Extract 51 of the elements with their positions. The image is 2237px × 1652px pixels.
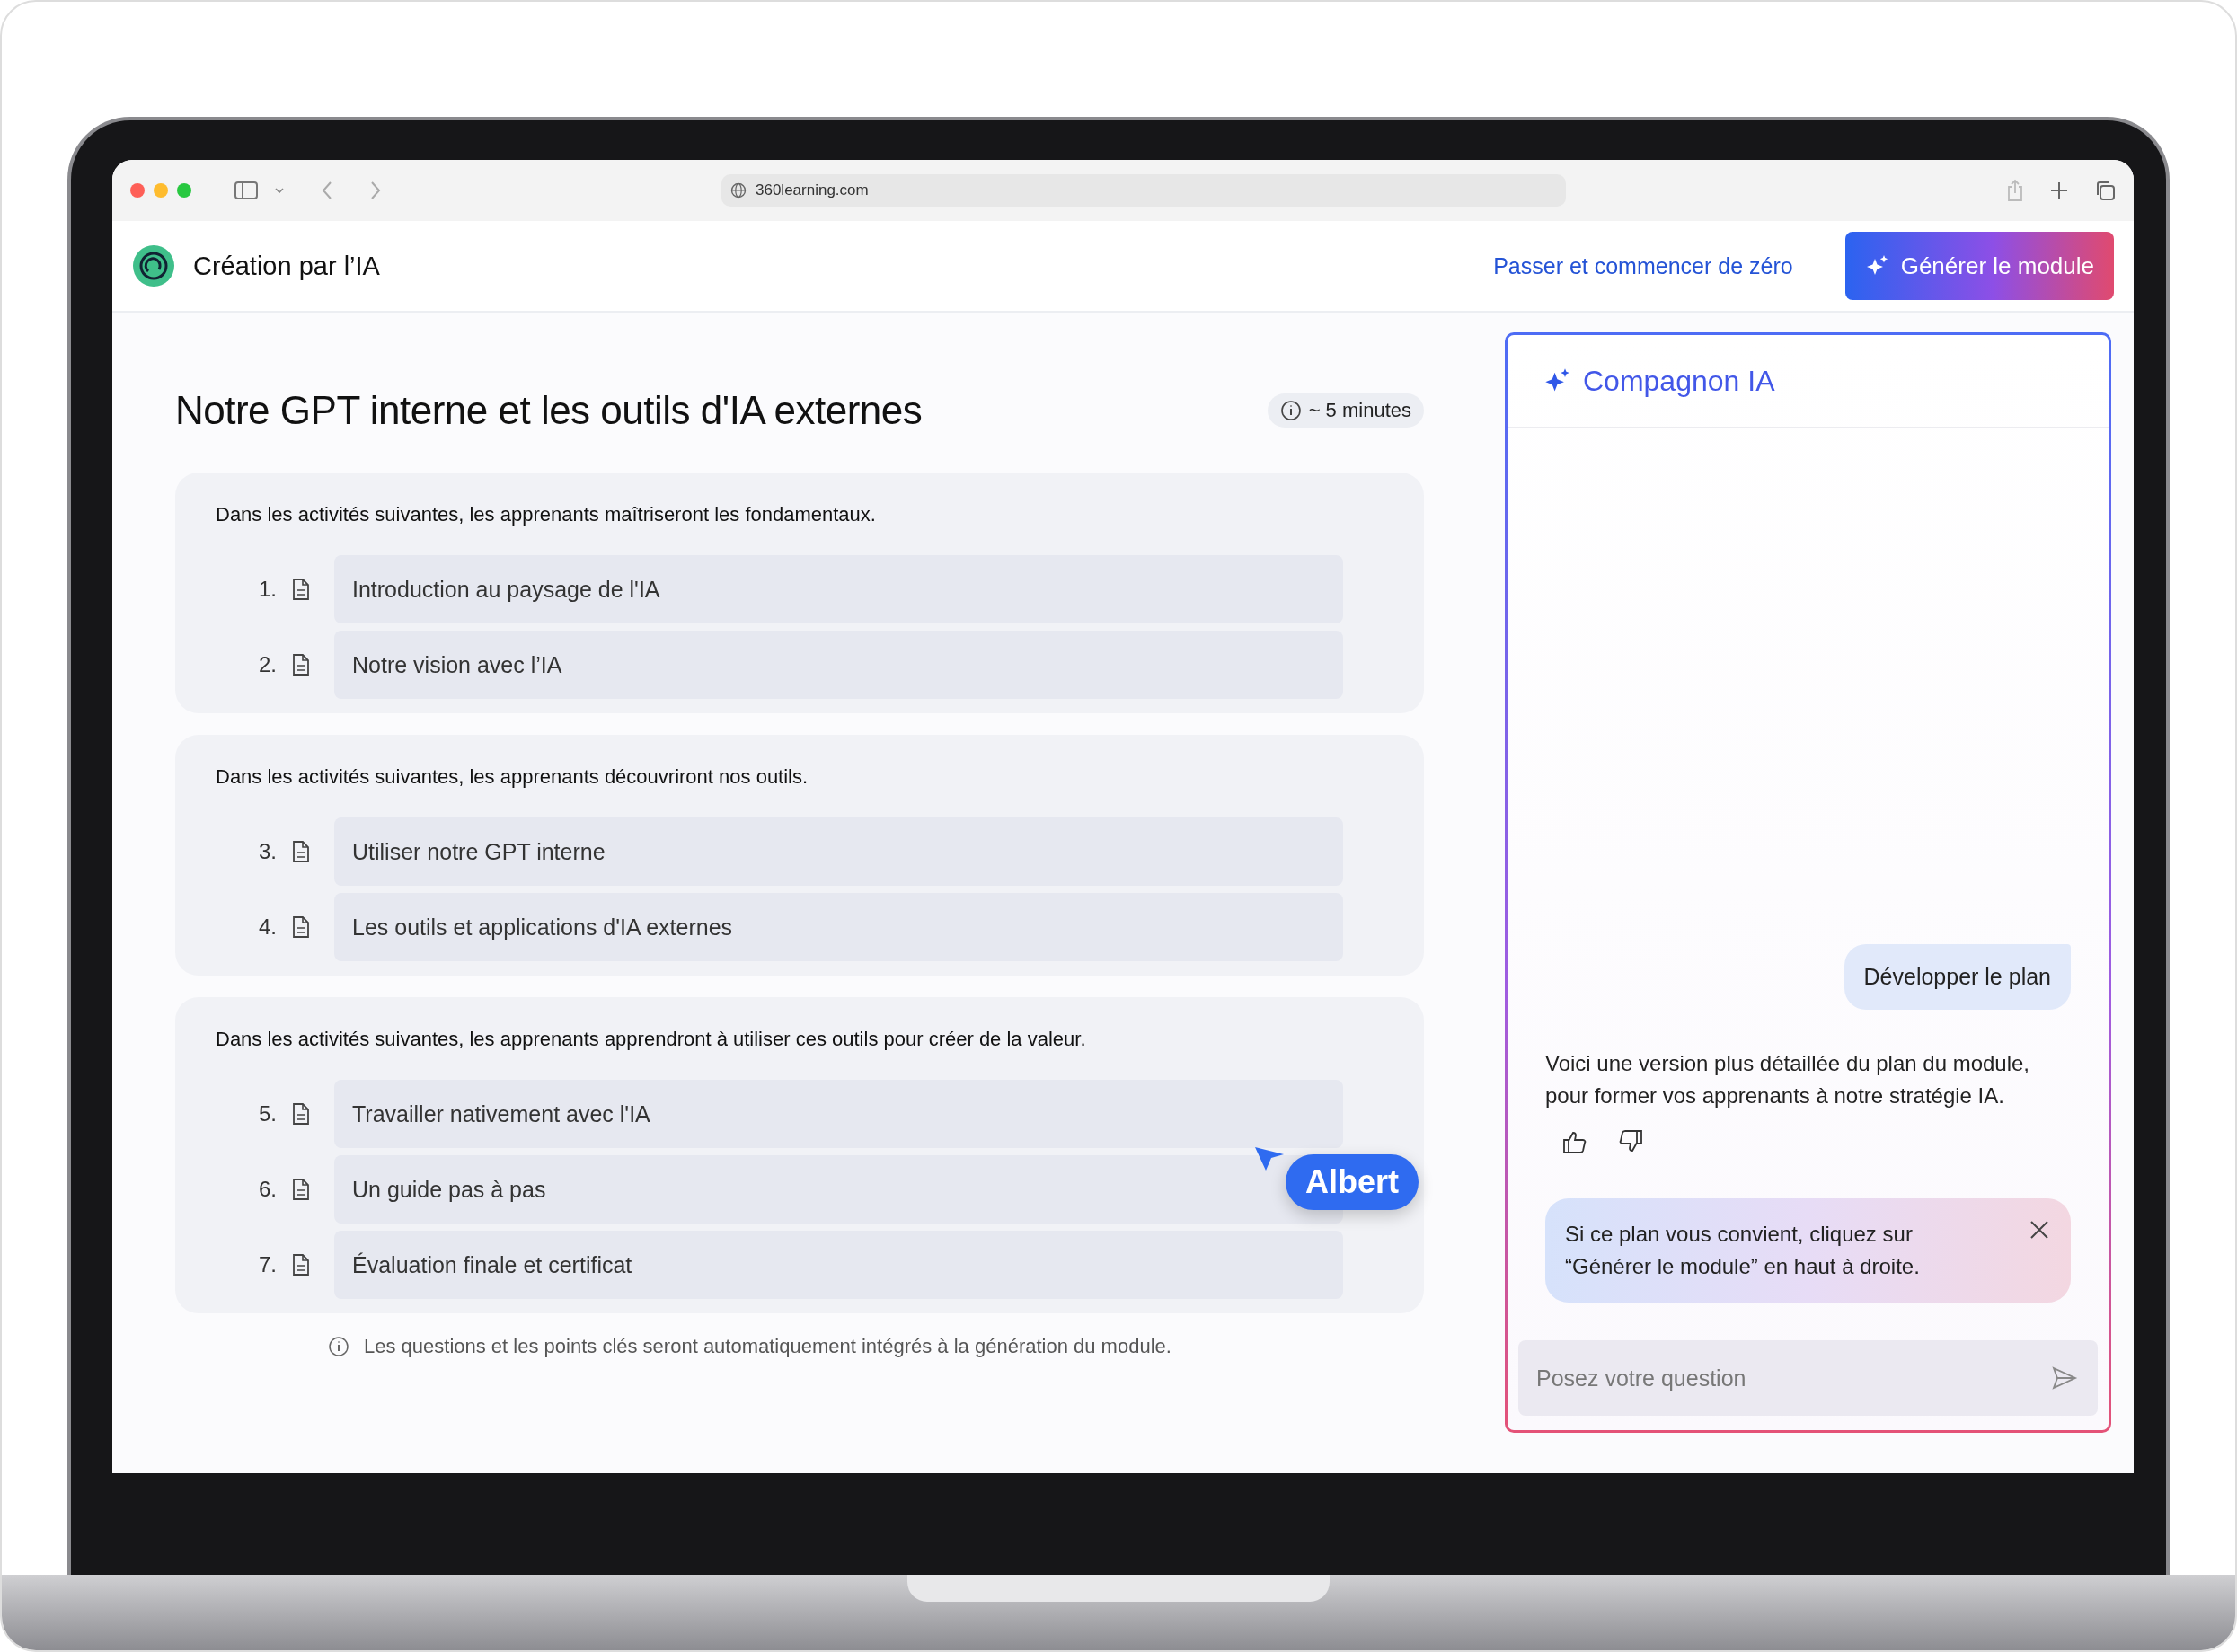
- activity-field[interactable]: Travailler nativement avec l'IA: [334, 1080, 1343, 1148]
- activity-field[interactable]: Notre vision avec l’IA: [334, 631, 1343, 699]
- url-text: 360learning.com: [756, 181, 869, 199]
- address-bar[interactable]: 360learning.com: [721, 174, 1566, 207]
- tabs-icon[interactable]: [2094, 180, 2116, 201]
- activity-field[interactable]: Utiliser notre GPT interne: [334, 817, 1343, 886]
- share-icon[interactable]: [2006, 179, 2024, 202]
- module-title: Notre GPT interne et les outils d'IA externes: [175, 388, 923, 433]
- section-intro: Dans les activités suivantes, les apprenants découvriront nos outils.: [216, 765, 809, 789]
- skip-link[interactable]: Passer et commencer de zéro: [1493, 252, 1793, 279]
- activity-number: 4.: [258, 914, 277, 940]
- info-icon: [328, 1336, 349, 1357]
- document-icon: [291, 653, 311, 676]
- duration-text: ~ 5 minutes: [1308, 399, 1411, 422]
- section-intro: Dans les activités suivantes, les apprenants maîtriseront les fondamentaux.: [216, 503, 877, 526]
- cursor-label: Albert: [1286, 1154, 1419, 1210]
- tip-text: Si ce plan vous convient, cliquez sur “Générer le module” en haut à droite.: [1565, 1221, 1921, 1280]
- activity-number: 6.: [258, 1177, 277, 1202]
- document-icon: [291, 915, 311, 939]
- user-message: Développer le plan: [1844, 944, 2071, 1010]
- logo-icon: [132, 244, 175, 287]
- document-icon: [291, 840, 311, 863]
- activity-field[interactable]: Les outils et applications d'IA externes: [334, 893, 1343, 961]
- forward-icon[interactable]: [369, 181, 382, 200]
- assistant-message: Voici une version plus détaillée du plan du module, pour former vos apprenants à notre stratégie IA.: [1545, 1050, 2031, 1109]
- info-icon: [1279, 400, 1302, 421]
- document-icon: [291, 1178, 311, 1201]
- activity-number: 5.: [258, 1101, 277, 1126]
- assistant-title: Compagnon IA: [1583, 364, 1775, 398]
- section-intro: Dans les activités suivantes, les apprenants apprendront à utiliser ces outils pour créer de la valeur.: [216, 1028, 1087, 1051]
- activity-number: 7.: [258, 1252, 277, 1277]
- activity-field[interactable]: Évaluation finale et certificat: [334, 1231, 1343, 1299]
- send-icon[interactable]: [2051, 1365, 2078, 1391]
- document-icon: [291, 1102, 311, 1126]
- activity-field[interactable]: Introduction au paysage de l'IA: [334, 555, 1343, 623]
- zoom-button[interactable]: [177, 183, 191, 198]
- activity-number: 1.: [258, 577, 277, 602]
- plus-icon[interactable]: [2049, 181, 2069, 200]
- globe-icon: [730, 182, 747, 199]
- activity-number: 3.: [258, 839, 277, 864]
- generate-button[interactable]: Générer le module: [1844, 232, 2114, 300]
- chevron-down-icon[interactable]: [274, 187, 285, 194]
- document-icon: [291, 1253, 311, 1277]
- sidebar-icon[interactable]: [234, 181, 258, 199]
- document-icon: [291, 578, 311, 601]
- page-title: Création par l’IA: [193, 251, 380, 281]
- note-text: Les questions et les points clés seront automatiquement intégrés à la génération du module.: [364, 1335, 1172, 1358]
- back-icon[interactable]: [321, 181, 333, 200]
- activity-number: 2.: [258, 652, 277, 677]
- question-field[interactable]: Posez votre question: [1518, 1340, 2098, 1416]
- close-button[interactable]: [130, 183, 145, 198]
